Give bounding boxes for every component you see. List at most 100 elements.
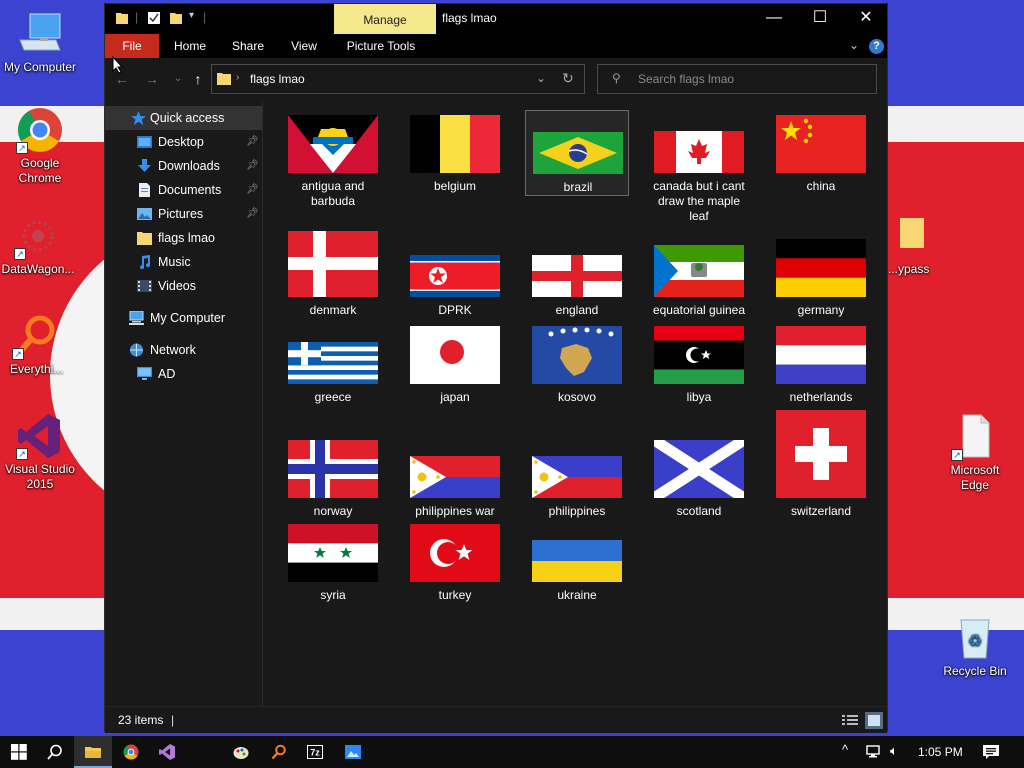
nav-item-label: Videos <box>158 279 196 293</box>
desktop-icon-recycle-bin[interactable]: ♻ Recycle Bin <box>935 614 1015 679</box>
nav-item-pictures[interactable]: Pictures 📌︎ <box>105 202 262 226</box>
address-bar[interactable]: › flags lmao ⌄ ↻ <box>211 64 585 94</box>
file-item-ukraine[interactable]: ukraine <box>525 522 629 642</box>
file-item-scotland[interactable]: scotland <box>647 408 751 558</box>
show-hidden-icons-icon[interactable]: ^ <box>842 742 848 757</box>
file-item-canada[interactable]: canada but i cant draw the maple leaf <box>647 110 751 233</box>
recent-locations-icon[interactable]: ⌄ <box>169 70 187 88</box>
volume-icon[interactable]: 🔈︎ <box>890 743 898 759</box>
nav-item-network[interactable]: Network <box>105 338 262 362</box>
nav-item-desktop[interactable]: Desktop 📌︎ <box>105 130 262 154</box>
folder-icon <box>217 73 231 85</box>
forward-button[interactable]: → <box>143 70 161 88</box>
start-button[interactable] <box>0 736 36 768</box>
tab-file[interactable]: File <box>105 34 159 58</box>
desktop-icon-datawagon[interactable]: ↗ DataWagon... <box>0 212 78 277</box>
flag-image <box>532 326 622 384</box>
pin-icon[interactable]: 📌︎ <box>246 178 259 202</box>
address-history-icon[interactable]: ⌄ <box>536 71 546 85</box>
nav-item-ad[interactable]: AD <box>105 362 262 386</box>
clock[interactable]: 1:05 PM <box>918 745 963 759</box>
taskbar-everything[interactable] <box>260 736 298 768</box>
file-name: syria <box>320 588 346 602</box>
customize-quick-access-icon[interactable]: ▾ <box>189 10 194 21</box>
nav-item-my-computer[interactable]: My Computer <box>105 306 262 330</box>
chrome-icon <box>123 744 139 760</box>
nav-item-music[interactable]: Music <box>105 250 262 274</box>
image-thumbnail <box>532 540 622 582</box>
taskbar-7zip[interactable]: 7z <box>296 736 334 768</box>
properties-icon[interactable] <box>147 11 161 25</box>
nav-item-documents[interactable]: Documents 📌︎ <box>105 178 262 202</box>
desktop-icon-google-chrome[interactable]: ↗ Google Chrome <box>0 106 80 186</box>
up-button[interactable]: ↑ <box>189 70 207 88</box>
breadcrumb-chevron-icon[interactable]: › <box>236 72 239 83</box>
pin-icon[interactable]: 📌︎ <box>246 130 259 154</box>
windows-start-icon <box>11 744 27 760</box>
desktop-icon-label: Recycle Bin <box>943 664 1007 678</box>
file-item-switzerland[interactable]: switzerland <box>769 406 873 558</box>
expand-ribbon-icon[interactable]: ⌄ <box>849 38 859 52</box>
help-icon[interactable]: ? <box>869 39 884 54</box>
status-bar: 23 items | <box>105 706 887 733</box>
taskbar-app[interactable] <box>334 736 372 768</box>
image-thumbnail <box>410 115 500 173</box>
desktop-icon-microsoft-edge[interactable]: ↗ Microsoft Edge <box>935 413 1015 493</box>
desktop-icon-visual-studio[interactable]: ↗ Visual Studio 2015 <box>0 412 80 492</box>
maximize-button[interactable]: ☐ <box>797 4 843 34</box>
flag-image <box>410 524 500 582</box>
file-name: china <box>806 179 836 193</box>
pin-icon[interactable]: 📌︎ <box>246 202 259 226</box>
taskbar-file-explorer[interactable] <box>74 736 112 768</box>
tab-picture-tools[interactable]: Picture Tools <box>339 34 423 58</box>
nav-item-downloads[interactable]: Downloads 📌︎ <box>105 154 262 178</box>
file-item-antigua[interactable]: antigua and barbuda <box>281 110 385 233</box>
desktop-icon-my-computer[interactable]: My Computer <box>0 10 80 75</box>
image-thumbnail <box>654 245 744 297</box>
close-button[interactable]: ✕ <box>843 4 889 34</box>
desktop-icon-everything[interactable]: ↗ Everythi... <box>0 312 76 377</box>
file-name: DPRK <box>438 303 472 317</box>
file-item-brazil[interactable]: brazil <box>525 110 629 196</box>
nav-item-flags-lmao[interactable]: flags lmao <box>105 226 262 250</box>
shortcut-arrow-icon: ↗ <box>16 142 28 154</box>
mouse-cursor-icon <box>112 56 124 74</box>
network-icon[interactable] <box>866 745 882 759</box>
flag-image <box>532 540 622 582</box>
minimize-button[interactable]: — <box>751 4 797 34</box>
taskbar-visual-studio[interactable] <box>148 736 186 768</box>
pin-icon[interactable]: 📌︎ <box>246 154 259 178</box>
file-name: switzerland <box>790 504 852 518</box>
taskbar-chrome[interactable] <box>112 736 150 768</box>
item-count: 23 items <box>118 713 164 727</box>
ribbon-tabs: File Home Share View Picture Tools ⌄ ? <box>105 34 887 58</box>
search-input[interactable]: ⚲ Search flags lmao <box>597 64 877 94</box>
flag-image <box>654 326 744 384</box>
nav-item-videos[interactable]: Videos <box>105 274 262 298</box>
videos-icon <box>137 280 152 292</box>
taskbar-paint[interactable] <box>222 736 260 768</box>
search-button[interactable] <box>36 736 74 768</box>
flag-image <box>776 410 866 498</box>
file-item-turkey[interactable]: turkey <box>403 520 507 642</box>
new-folder-icon[interactable] <box>169 11 183 25</box>
tab-share[interactable]: Share <box>223 34 273 58</box>
nav-item-quick-access[interactable]: Quick access <box>105 106 262 130</box>
file-item-china[interactable]: china <box>769 110 873 233</box>
file-item-syria[interactable]: syria <box>281 520 385 642</box>
breadcrumb[interactable]: flags lmao <box>250 72 305 86</box>
flag-image <box>410 326 500 384</box>
flag-image <box>776 239 866 297</box>
tab-home[interactable]: Home <box>165 34 215 58</box>
nav-item-label: Desktop <box>158 135 204 149</box>
desktop-icon-label: Google Chrome <box>18 156 62 185</box>
flag-image <box>532 456 622 498</box>
refresh-icon[interactable]: ↻ <box>562 70 574 87</box>
large-icons-view-icon[interactable] <box>865 712 883 729</box>
title-bar[interactable]: | ▾ | Manage flags lmao — ☐ ✕ <box>105 4 887 34</box>
tab-manage[interactable]: Manage <box>334 4 436 34</box>
file-item-belgium[interactable]: belgium <box>403 110 507 233</box>
details-view-icon[interactable] <box>842 714 858 727</box>
tab-view[interactable]: View <box>281 34 327 58</box>
action-center-icon[interactable] <box>983 745 999 760</box>
